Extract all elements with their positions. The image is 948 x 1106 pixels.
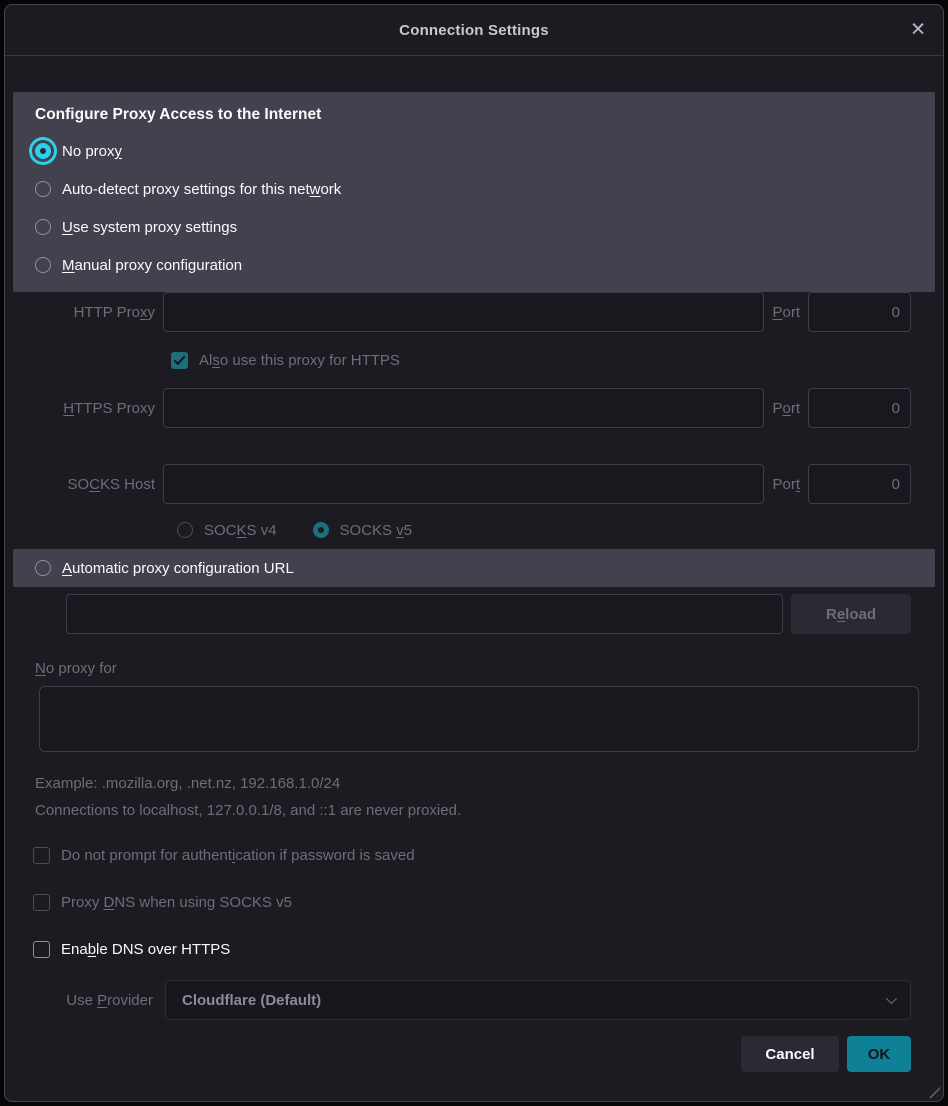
dns-over-https-label: Enable DNS over HTTPS — [61, 941, 230, 958]
no-prompt-auth-label: Do not prompt for authentication if pass… — [61, 847, 415, 864]
radio-icon-no-proxy[interactable] — [35, 143, 51, 159]
auto-config-url-row: Reload — [66, 594, 911, 634]
connection-settings-dialog: Connection Settings ✕ Configure Proxy Ac… — [4, 4, 944, 1102]
socks-host-row: SOCKS Host Port — [35, 464, 911, 504]
proxy-dns-row: Proxy DNS when using SOCKS v5 — [33, 893, 911, 911]
http-proxy-row: HTTP Proxy Port — [35, 292, 911, 332]
dns-provider-selected-value: Cloudflare (Default) — [182, 992, 321, 1009]
https-proxy-input — [163, 388, 764, 428]
also-https-checkbox-row: Also use this proxy for HTTPS — [171, 346, 911, 374]
no-proxy-example-text: Example: .mozilla.org, .net.nz, 192.168.… — [35, 774, 943, 794]
proxy-mode-group: Configure Proxy Access to the Internet N… — [13, 92, 935, 292]
radio-option-auto-detect[interactable]: Auto-detect proxy settings for this netw… — [35, 170, 915, 208]
also-https-label: Also use this proxy for HTTPS — [199, 352, 400, 369]
localhost-note-text: Connections to localhost, 127.0.0.1/8, a… — [35, 801, 943, 821]
radio-label-socks-v5: SOCKS v5 — [340, 522, 413, 539]
radio-icon-manual-proxy[interactable] — [35, 257, 51, 273]
radio-label-auto-config: Automatic proxy configuration URL — [62, 560, 294, 577]
no-prompt-auth-checkbox — [33, 847, 50, 864]
dialog-title: Connection Settings — [399, 22, 549, 39]
radio-label-no-proxy: No proxy — [62, 143, 122, 160]
no-prompt-auth-row: Do not prompt for authentication if pass… — [33, 846, 911, 864]
radio-option-no-proxy[interactable]: No proxy — [35, 132, 915, 170]
radio-label-system-proxy: Use system proxy settings — [62, 219, 237, 236]
socks-port-input — [808, 464, 911, 504]
reload-button: Reload — [791, 594, 911, 634]
socks-port-label: Port — [764, 476, 808, 493]
dialog-footer: Cancel OK — [5, 1036, 911, 1072]
http-port-input — [808, 292, 911, 332]
https-proxy-row: HTTPS Proxy Port — [35, 388, 911, 428]
https-port-input — [808, 388, 911, 428]
dialog-titlebar: Connection Settings ✕ — [5, 5, 943, 56]
radio-icon-socks-v5 — [313, 522, 329, 538]
socks-host-label: SOCKS Host — [35, 476, 163, 493]
close-icon[interactable]: ✕ — [910, 21, 926, 40]
use-provider-label: Use Provider — [5, 992, 165, 1009]
ok-button[interactable]: OK — [847, 1036, 911, 1072]
http-port-label: Port — [764, 304, 808, 321]
dns-provider-dropdown: Cloudflare (Default) — [165, 980, 911, 1020]
socks-host-input — [163, 464, 764, 504]
radio-icon-auto-detect[interactable] — [35, 181, 51, 197]
radio-option-manual-proxy[interactable]: Manual proxy configuration — [35, 246, 915, 284]
proxy-dns-checkbox — [33, 894, 50, 911]
dns-provider-row: Use Provider Cloudflare (Default) — [5, 980, 911, 1020]
no-proxy-for-label: No proxy for — [35, 660, 943, 677]
radio-label-manual-proxy: Manual proxy configuration — [62, 257, 242, 274]
resize-grip[interactable] — [926, 1084, 940, 1098]
also-https-checkbox — [171, 352, 188, 369]
dns-over-https-checkbox[interactable] — [33, 941, 50, 958]
proxy-dns-label: Proxy DNS when using SOCKS v5 — [61, 894, 292, 911]
radio-label-socks-v4: SOCKS v4 — [204, 522, 277, 539]
http-proxy-label: HTTP Proxy — [35, 304, 163, 321]
radio-label-auto-detect: Auto-detect proxy settings for this netw… — [62, 181, 341, 198]
auto-config-url-input — [66, 594, 783, 634]
chevron-down-icon — [886, 993, 897, 1004]
no-proxy-for-textarea — [39, 686, 919, 752]
radio-icon-auto-config[interactable] — [35, 560, 51, 576]
radio-icon-system-proxy[interactable] — [35, 219, 51, 235]
radio-option-system-proxy[interactable]: Use system proxy settings — [35, 208, 915, 246]
socks-version-row: SOCKS v4 SOCKS v5 — [177, 517, 911, 543]
https-port-label: Port — [764, 400, 808, 417]
auto-config-row[interactable]: Automatic proxy configuration URL — [13, 549, 935, 587]
http-proxy-input — [163, 292, 764, 332]
radio-icon-socks-v4 — [177, 522, 193, 538]
dns-over-https-row[interactable]: Enable DNS over HTTPS — [33, 940, 911, 958]
cancel-button[interactable]: Cancel — [741, 1036, 839, 1072]
https-proxy-label: HTTPS Proxy — [35, 400, 163, 417]
proxy-mode-heading: Configure Proxy Access to the Internet — [35, 106, 915, 124]
